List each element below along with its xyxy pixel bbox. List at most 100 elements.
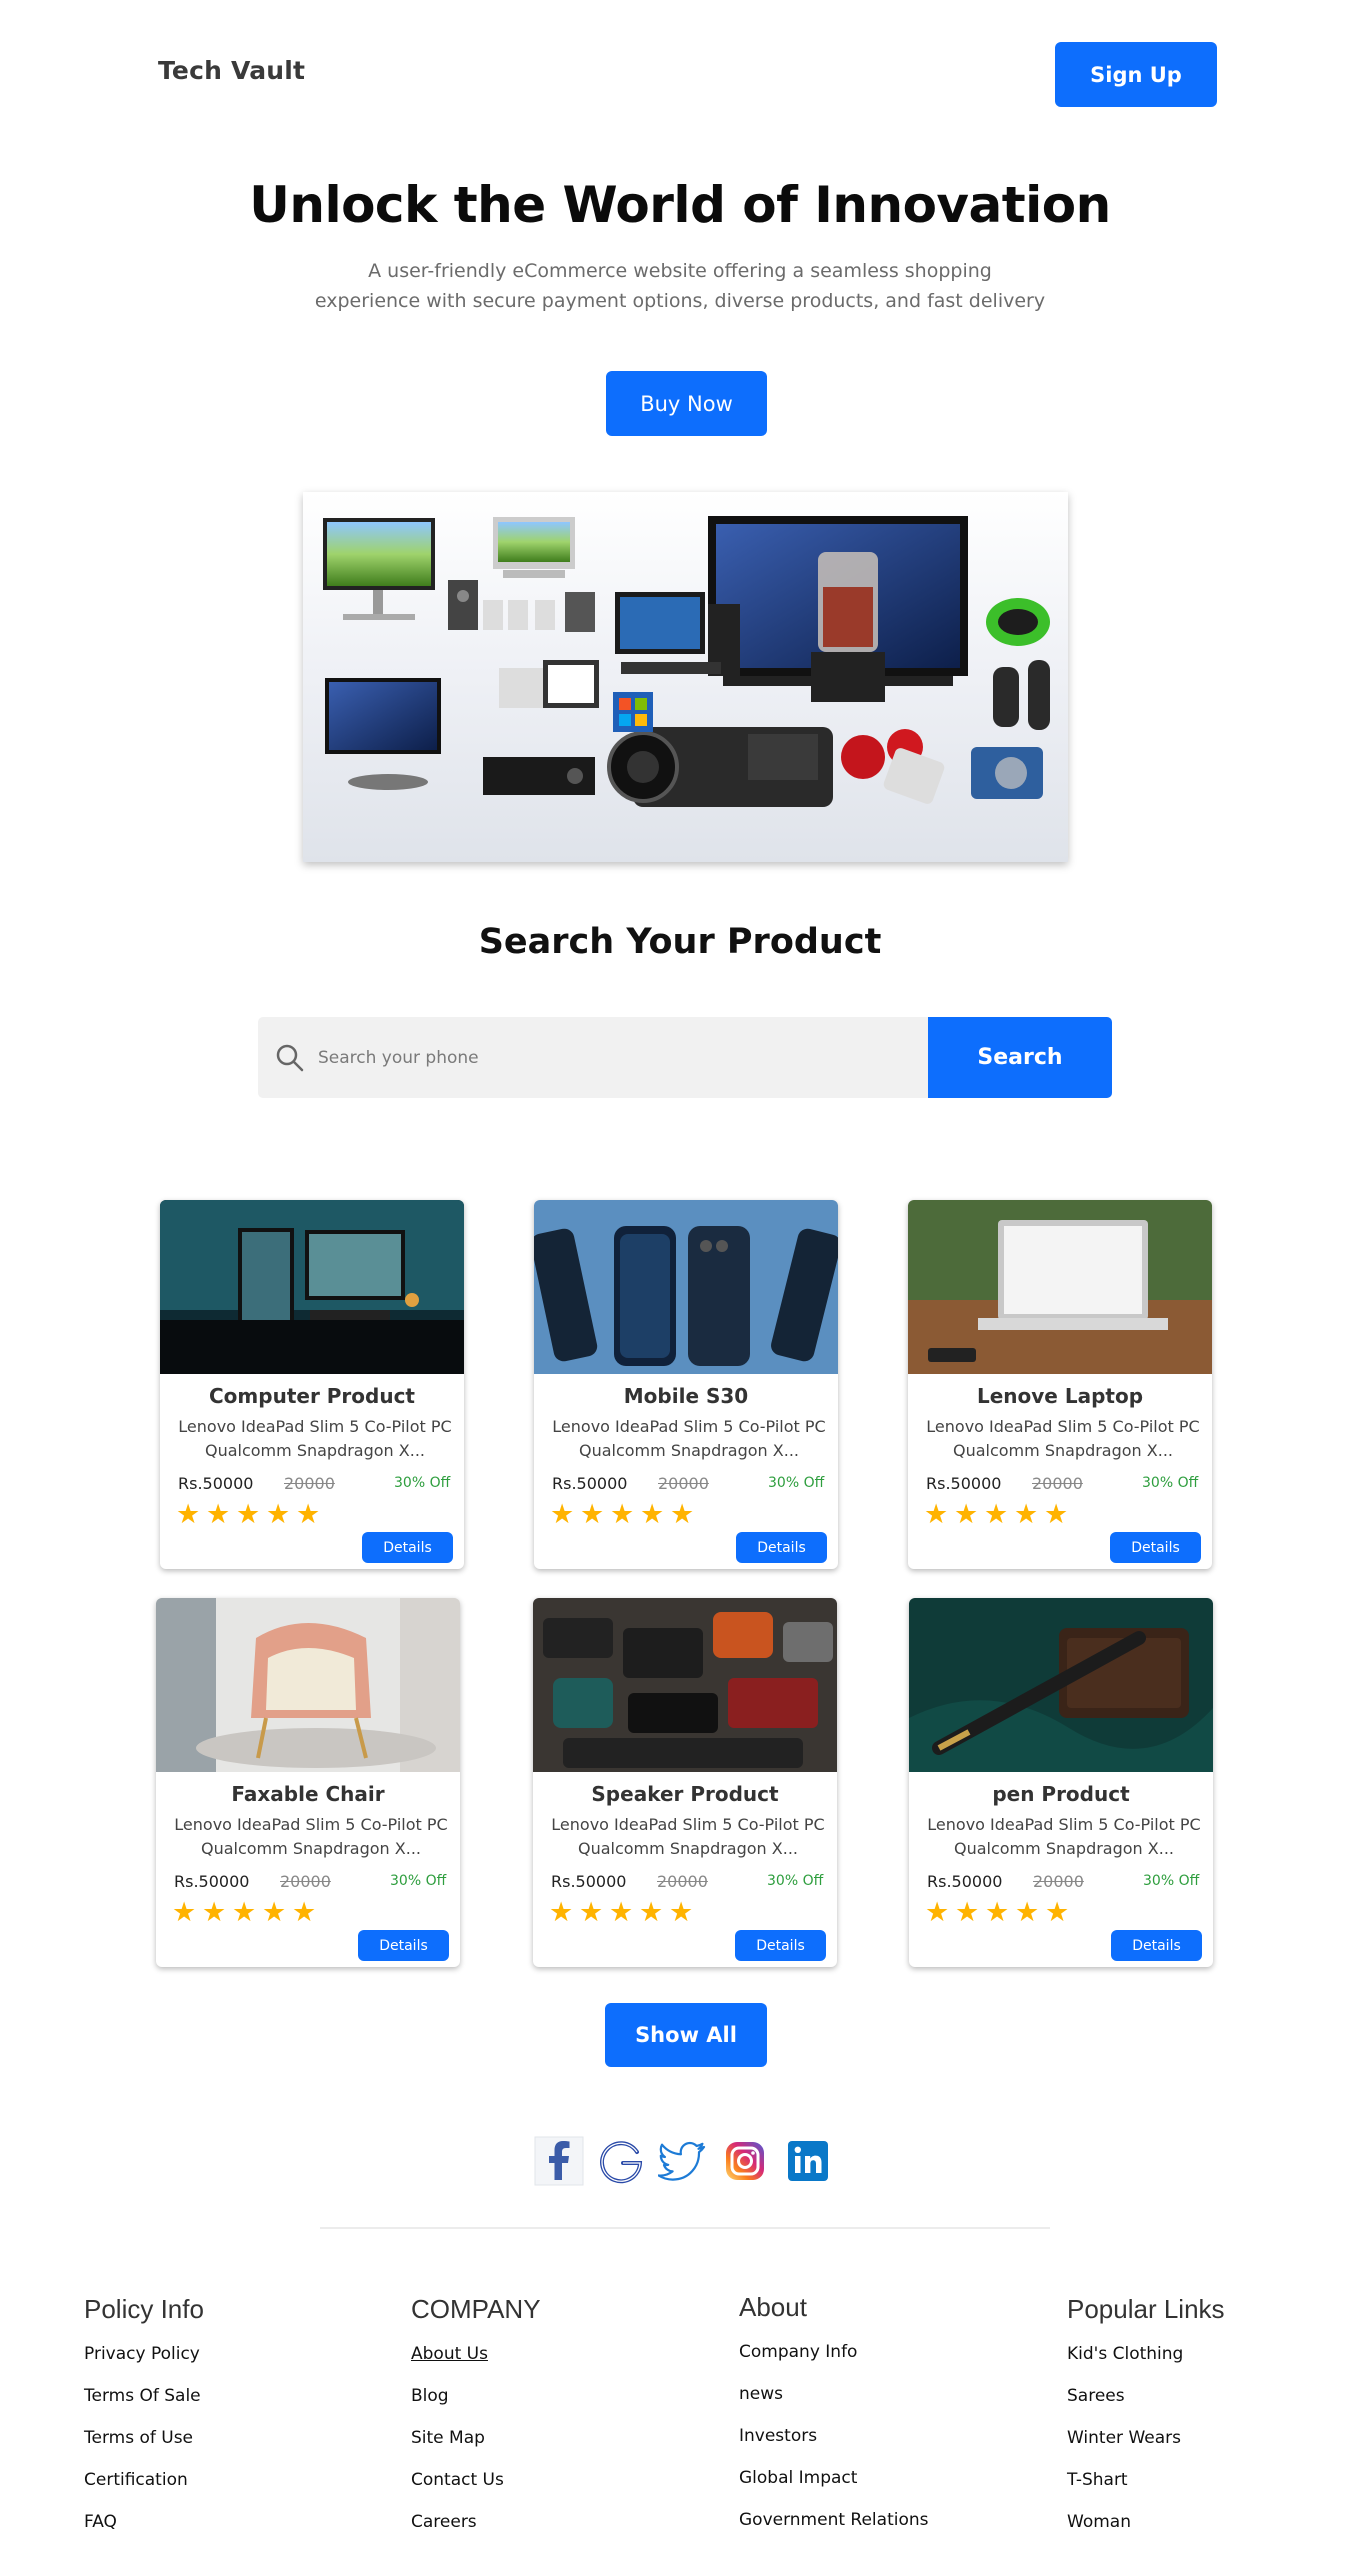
footer-link[interactable]: About Us: [411, 2343, 541, 2385]
details-button[interactable]: Details: [735, 1930, 826, 1961]
search-button[interactable]: Search: [928, 1017, 1112, 1098]
product-price: Rs.50000: [551, 1872, 627, 1891]
star-icon: ★: [580, 1499, 605, 1530]
hero-banner-image: [303, 492, 1068, 862]
product-card[interactable]: Computer Product Lenovo IdeaPad Slim 5 C…: [160, 1200, 464, 1569]
star-icon: ★: [266, 1499, 291, 1530]
show-all-button[interactable]: Show All: [605, 2003, 767, 2067]
star-icon: ★: [296, 1499, 321, 1530]
details-button[interactable]: Details: [1110, 1532, 1201, 1563]
footer-link[interactable]: Government Relations: [739, 2509, 929, 2551]
product-discount: 30% Off: [767, 1873, 824, 1889]
product-price: Rs.50000: [552, 1474, 628, 1493]
product-price: Rs.50000: [927, 1872, 1003, 1891]
footer-link[interactable]: Investors: [739, 2425, 929, 2467]
product-card[interactable]: pen Product Lenovo IdeaPad Slim 5 Co-Pil…: [909, 1598, 1213, 1967]
product-image: [156, 1598, 460, 1772]
details-button[interactable]: Details: [736, 1532, 827, 1563]
footer-link[interactable]: FAQ: [84, 2511, 204, 2553]
footer-link[interactable]: Winter Wears: [1067, 2427, 1225, 2469]
price-row: Rs.50000 20000 30% Off: [926, 1474, 1206, 1496]
star-icon: ★: [640, 1499, 665, 1530]
footer-link[interactable]: Blog: [411, 2385, 541, 2427]
product-card[interactable]: Speaker Product Lenovo IdeaPad Slim 5 Co…: [533, 1598, 837, 1967]
star-icon: ★: [670, 1499, 695, 1530]
product-discount: 30% Off: [1142, 1475, 1199, 1491]
footer-link[interactable]: Site Map: [411, 2427, 541, 2469]
star-icon: ★: [292, 1897, 317, 1928]
star-icon: ★: [669, 1897, 694, 1928]
product-discount: 30% Off: [390, 1873, 447, 1889]
price-row: Rs.50000 20000 30% Off: [552, 1474, 832, 1496]
footer-link[interactable]: Careers: [411, 2511, 541, 2553]
product-card[interactable]: Mobile S30 Lenovo IdeaPad Slim 5 Co-Pilo…: [534, 1200, 838, 1569]
rating-stars: ★ ★ ★ ★ ★: [924, 1499, 1070, 1530]
product-discount: 30% Off: [1143, 1873, 1200, 1889]
facebook-icon[interactable]: [534, 2136, 584, 2186]
electronics-collage-illustration: [303, 492, 1068, 862]
footer-column-company: COMPANY About Us Blog Site Map Contact U…: [411, 2294, 541, 2553]
star-icon: ★: [609, 1897, 634, 1928]
footer-link[interactable]: Terms Of Sale: [84, 2385, 204, 2427]
search-icon: [276, 1044, 304, 1071]
google-icon[interactable]: [597, 2136, 647, 2186]
product-old-price: 20000: [657, 1872, 708, 1891]
product-description: Lenovo IdeaPad Slim 5 Co-Pilot PC Qualco…: [178, 1417, 452, 1460]
star-icon: ★: [985, 1897, 1010, 1928]
product-title: Faxable Chair: [231, 1782, 385, 1806]
footer-link[interactable]: Company Info: [739, 2341, 929, 2383]
search-box[interactable]: [258, 1017, 928, 1098]
product-old-price: 20000: [280, 1872, 331, 1891]
star-icon: ★: [172, 1897, 197, 1928]
instagram-icon[interactable]: [720, 2136, 770, 2186]
footer-link[interactable]: Certification: [84, 2469, 204, 2511]
details-button[interactable]: Details: [358, 1930, 449, 1961]
star-icon: ★: [232, 1897, 257, 1928]
product-title: Speaker Product: [591, 1782, 779, 1806]
star-icon: ★: [176, 1499, 201, 1530]
product-image: [534, 1200, 838, 1374]
search-input[interactable]: [318, 1037, 878, 1078]
buy-now-button[interactable]: Buy Now: [606, 371, 767, 436]
footer-link[interactable]: Woman: [1067, 2511, 1225, 2553]
footer-link[interactable]: Sarees: [1067, 2385, 1225, 2427]
hero-title: Unlock the World of Innovation: [249, 176, 1111, 234]
footer-link[interactable]: Global Impact: [739, 2467, 929, 2509]
footer-link[interactable]: Contact Us: [411, 2469, 541, 2511]
footer-link[interactable]: Terms of Use: [84, 2427, 204, 2469]
product-card[interactable]: Faxable Chair Lenovo IdeaPad Slim 5 Co-P…: [156, 1598, 460, 1967]
site-header: Tech Vault Sign Up: [0, 0, 1360, 150]
star-icon: ★: [579, 1897, 604, 1928]
twitter-icon[interactable]: [658, 2136, 708, 2186]
price-row: Rs.50000 20000 30% Off: [927, 1872, 1207, 1894]
footer-heading: Policy Info: [84, 2294, 204, 2324]
footer-divider: [320, 2227, 1050, 2229]
details-button[interactable]: Details: [362, 1532, 453, 1563]
product-title: Lenove Laptop: [976, 1384, 1144, 1408]
rating-stars: ★ ★ ★ ★ ★: [549, 1897, 695, 1928]
star-icon: ★: [1014, 1499, 1039, 1530]
footer-heading: Popular Links: [1067, 2294, 1225, 2324]
product-title: pen Product: [992, 1782, 1130, 1806]
price-row: Rs.50000 20000 30% Off: [174, 1872, 454, 1894]
product-card[interactable]: Lenove Laptop Lenovo IdeaPad Slim 5 Co-P…: [908, 1200, 1212, 1569]
product-image: [533, 1598, 837, 1772]
star-icon: ★: [925, 1897, 950, 1928]
footer-link[interactable]: Privacy Policy: [84, 2343, 204, 2385]
product-discount: 30% Off: [768, 1475, 825, 1491]
star-icon: ★: [610, 1499, 635, 1530]
hero-subtitle-line-1: A user-friendly eCommerce website offeri…: [368, 260, 992, 282]
footer-link[interactable]: T-Shart: [1067, 2469, 1225, 2511]
details-button[interactable]: Details: [1111, 1930, 1202, 1961]
signup-button[interactable]: Sign Up: [1055, 42, 1217, 107]
footer-heading: About: [739, 2292, 807, 2322]
footer-link[interactable]: news: [739, 2383, 929, 2425]
footer-link[interactable]: Kid's Clothing: [1067, 2343, 1225, 2385]
star-icon: ★: [924, 1499, 949, 1530]
star-icon: ★: [954, 1499, 979, 1530]
star-icon: ★: [236, 1499, 261, 1530]
footer-heading: COMPANY: [411, 2294, 541, 2324]
brand-logo-text[interactable]: Tech Vault: [158, 56, 305, 85]
linkedin-icon[interactable]: [783, 2136, 833, 2186]
product-old-price: 20000: [1032, 1474, 1083, 1493]
